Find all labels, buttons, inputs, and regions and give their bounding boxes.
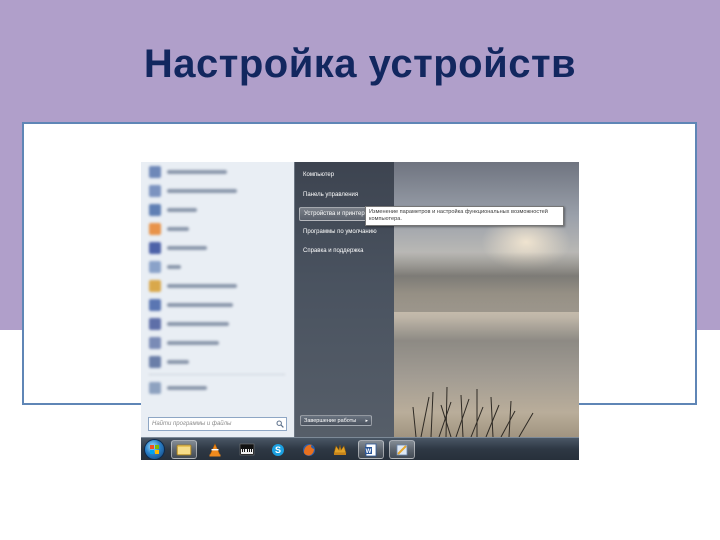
search-input[interactable]: Найти программы и файлы	[148, 417, 287, 431]
firefox-icon	[303, 443, 315, 456]
start-menu-right-pane: Компьютер Панель управления Устройства и…	[294, 162, 394, 437]
taskbar-skype-button[interactable]: S	[265, 440, 291, 459]
chevron-right-icon[interactable]: ▸	[365, 418, 368, 424]
list-item[interactable]	[143, 200, 291, 219]
taskbar-firefox-button[interactable]	[296, 440, 322, 459]
list-item[interactable]	[143, 276, 291, 295]
menu-item-control-panel[interactable]: Панель управления	[299, 188, 391, 202]
list-item[interactable]	[143, 162, 291, 181]
search-placeholder: Найти программы и файлы	[152, 421, 232, 427]
shutdown-button[interactable]: Завершение работы ▸	[300, 415, 372, 426]
taskbar-window-button[interactable]	[389, 440, 415, 459]
taskbar-piano-button[interactable]	[234, 440, 260, 459]
taskbar-vlc-button[interactable]	[202, 440, 228, 459]
slide-title: Настройка устройств	[143, 42, 577, 86]
taskbar-word-button[interactable]: W	[358, 440, 384, 459]
list-separator	[149, 374, 285, 375]
list-item[interactable]	[143, 378, 291, 397]
menu-item-computer[interactable]: Компьютер	[299, 168, 391, 182]
window-icon	[396, 444, 408, 455]
piano-icon	[239, 443, 255, 456]
menu-item-default-programs[interactable]: Программы по умолчанию	[299, 225, 391, 239]
windows-logo-icon	[150, 445, 160, 455]
svg-text:S: S	[275, 445, 281, 455]
windows-explorer-icon	[176, 444, 192, 456]
taskbar-game-button[interactable]	[327, 440, 353, 459]
taskbar: S W	[141, 437, 579, 460]
shutdown-label: Завершение работы	[304, 417, 357, 424]
word-icon: W	[365, 443, 377, 456]
list-item[interactable]	[143, 333, 291, 352]
vlc-icon	[209, 442, 221, 456]
taskbar-explorer-button[interactable]	[171, 440, 197, 459]
tooltip: Изменение параметров и настройка функцио…	[365, 206, 564, 226]
list-item[interactable]	[143, 314, 291, 333]
list-item[interactable]	[143, 219, 291, 238]
list-item[interactable]	[143, 181, 291, 200]
list-item[interactable]	[143, 238, 291, 257]
list-item[interactable]	[143, 352, 291, 371]
list-item[interactable]	[143, 295, 291, 314]
start-menu-programs-pane: Найти программы и файлы	[141, 162, 294, 437]
start-button[interactable]	[144, 439, 165, 460]
skype-icon: S	[272, 443, 284, 456]
wallpaper-treeline	[394, 252, 579, 312]
game-icon	[333, 444, 347, 455]
menu-item-help-and-support[interactable]: Справка и поддержка	[299, 244, 391, 258]
programs-list-blurred	[143, 162, 291, 394]
list-item[interactable]	[143, 257, 291, 276]
windows-screenshot: Найти программы и файлы Компьютер Панель…	[141, 162, 579, 460]
search-icon[interactable]	[276, 420, 284, 428]
svg-text:W: W	[366, 448, 372, 454]
wallpaper-reeds	[412, 386, 534, 437]
